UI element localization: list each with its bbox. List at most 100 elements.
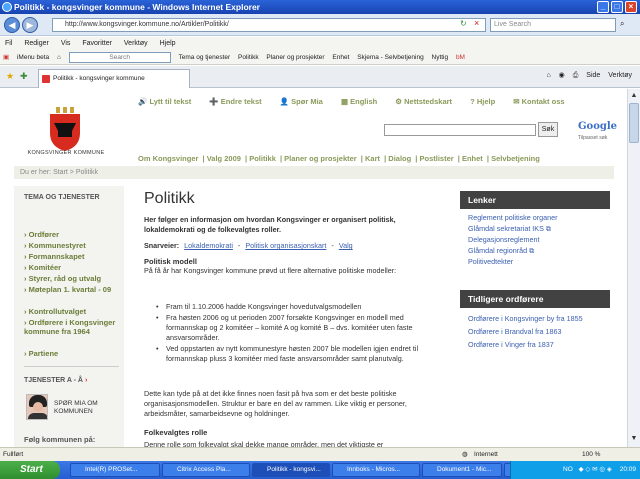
- clock[interactable]: 20:09: [620, 466, 636, 473]
- tab-politikk[interactable]: Politikk - kongsvinger kommune: [38, 69, 190, 88]
- toolbar-skjema[interactable]: Skjema - Selvbetjening: [357, 54, 423, 61]
- sidebar-item-moteplan[interactable]: › Møteplan 1. kvartal - 09: [24, 285, 119, 294]
- google-logo: Google: [578, 121, 618, 132]
- shortcut-orgkart[interactable]: Politisk organisasjonskart: [245, 241, 326, 250]
- toolbar-bm[interactable]: bM: [456, 54, 465, 61]
- tools-menu[interactable]: Verktøy: [608, 72, 632, 79]
- task-innboks[interactable]: Innboks - Micros...: [332, 463, 420, 477]
- help-link[interactable]: ? Hjelp: [470, 97, 503, 106]
- nav-politikk[interactable]: Politikk: [249, 154, 276, 163]
- sidebar-item-partiene[interactable]: › Partiene: [24, 349, 58, 358]
- nav-planer[interactable]: Planer og prosjekter: [284, 154, 357, 163]
- sidebar-item-kommunestyret[interactable]: › Kommunestyret: [24, 241, 86, 250]
- search-icon[interactable]: ⌕: [620, 19, 624, 29]
- toolbar-planer[interactable]: Planer og prosjekter: [266, 54, 324, 61]
- link-ordforere-brandval[interactable]: Ordførere i Brandval fra 1863: [460, 325, 610, 338]
- sidebar-item-komiteer[interactable]: › Komitéer: [24, 263, 61, 272]
- link-glamdal-regionrad[interactable]: Glåmdal regionråd ⧉: [460, 245, 610, 256]
- print-icon[interactable]: ⎙: [573, 72, 579, 79]
- shortcut-lokaldemokrati[interactable]: Lokaldemokrati: [184, 241, 233, 250]
- sidebar-item-formannskapet[interactable]: › Formannskapet: [24, 252, 84, 261]
- mia-avatar[interactable]: [26, 394, 48, 420]
- start-button[interactable]: Start: [0, 461, 60, 479]
- sitemap-link[interactable]: ⚙ Nettstedskart: [395, 97, 460, 106]
- link-reglement[interactable]: Reglement politiske organer: [460, 212, 610, 223]
- feeds-icon[interactable]: ◉: [559, 72, 565, 79]
- home-icon[interactable]: ⌂: [57, 54, 61, 61]
- nav-kart[interactable]: Kart: [365, 154, 380, 163]
- task-intel[interactable]: Intel(R) PROSet...: [70, 463, 160, 477]
- task-dokument[interactable]: Dokument1 - Mic...: [422, 463, 502, 477]
- link-ordforere-vinger[interactable]: Ordførere i Vinger fra 1837: [460, 338, 610, 351]
- nav-selvbetjening[interactable]: Selvbetjening: [491, 154, 540, 163]
- list-item: Ved oppstarten av nytt kommunestyre høst…: [156, 344, 446, 364]
- nav-postlister[interactable]: Postlister: [419, 154, 453, 163]
- menu-file[interactable]: Fil: [5, 40, 12, 47]
- external-link-icon: ⧉: [545, 224, 552, 233]
- sidebar-item-ordforere[interactable]: › Ordførere i Kongsvinger kommune fra 19…: [24, 318, 119, 336]
- task-politikk[interactable]: Politikk - kongsvi...: [252, 463, 330, 477]
- ask-mia-text[interactable]: SPØR MIA OM KOMMUNEN: [54, 400, 114, 416]
- taskbar: Start Intel(R) PROSet... Citrix Access P…: [0, 461, 640, 479]
- status-bar: Fullført ◍ Internett 100 %: [0, 447, 640, 461]
- menu-edit[interactable]: Rediger: [24, 40, 49, 47]
- back-button[interactable]: ◀: [4, 17, 20, 33]
- contact-link[interactable]: ✉ Kontakt oss: [513, 97, 572, 106]
- toolbar-nyttig[interactable]: Nyttig: [432, 54, 449, 61]
- ask-mia-link[interactable]: 👤 Spør Mia: [280, 97, 331, 106]
- favorites-star-icon[interactable]: ★: [6, 71, 14, 82]
- refresh-icon[interactable]: ↻: [460, 19, 467, 28]
- link-glamdal-sekretariat[interactable]: Glåmdal sekretariat IKS ⧉: [460, 223, 610, 234]
- kongsvinger-logo[interactable]: [42, 107, 88, 151]
- nav-enhet[interactable]: Enhet: [462, 154, 483, 163]
- scroll-down-icon[interactable]: ▼: [629, 433, 639, 445]
- link-politivedtekter[interactable]: Politivedtekter: [460, 256, 610, 267]
- minimize-button[interactable]: _: [597, 1, 609, 13]
- shortcut-valg[interactable]: Valg: [339, 241, 353, 250]
- vertical-scrollbar[interactable]: ▲ ▼: [627, 89, 640, 447]
- language-indicator[interactable]: NO: [563, 466, 573, 473]
- home-icon[interactable]: ⌂: [546, 72, 550, 79]
- link-delegasjon[interactable]: Delegasjonsreglement: [460, 234, 610, 245]
- address-bar: ◀ ▶ http://www.kongsvinger.kommune.no/Ar…: [0, 14, 640, 36]
- listen-link[interactable]: 🔊 Lytt til tekst: [138, 97, 199, 106]
- live-search-input[interactable]: Live Search: [490, 18, 616, 32]
- page-menu[interactable]: Side: [586, 72, 600, 79]
- menu-favorites[interactable]: Favoritter: [82, 40, 112, 47]
- follow-us-label: Følg kommunen på:: [24, 435, 96, 444]
- external-link-icon: ⧉: [529, 246, 535, 255]
- english-link[interactable]: ▦ English: [341, 97, 385, 106]
- scroll-thumb[interactable]: [629, 103, 639, 143]
- menu-view[interactable]: Vis: [61, 40, 71, 47]
- toolbar-politikk[interactable]: Politikk: [238, 54, 259, 61]
- toolbar-enhet[interactable]: Enhet: [332, 54, 349, 61]
- menu-tools[interactable]: Verktøy: [124, 40, 148, 47]
- forward-button[interactable]: ▶: [22, 17, 38, 33]
- nav-dialog[interactable]: Dialog: [388, 154, 411, 163]
- close-button[interactable]: ×: [625, 1, 637, 13]
- toolbar-imenu[interactable]: iMenu beta: [17, 54, 49, 61]
- menu-help[interactable]: Hjelp: [160, 40, 176, 47]
- sidebar-heading-2[interactable]: TJENESTER A - Å ›: [24, 377, 87, 384]
- scroll-up-icon[interactable]: ▲: [629, 90, 639, 102]
- url-input[interactable]: http://www.kongsvinger.kommune.no/Artikl…: [52, 18, 486, 32]
- task-citrix[interactable]: Citrix Access Pla...: [162, 463, 250, 477]
- nav-om[interactable]: Om Kongsvinger: [138, 154, 198, 163]
- nav-valg[interactable]: Valg 2009: [207, 154, 241, 163]
- site-search-input[interactable]: [384, 124, 536, 136]
- maximize-button[interactable]: □: [611, 1, 623, 13]
- sidebar-item-ordforer[interactable]: › Ordfører: [24, 230, 59, 239]
- arrow-icon: ›: [84, 377, 88, 384]
- link-ordforere-by[interactable]: Ordførere i Kongsvinger by fra 1855: [460, 312, 610, 325]
- toolbar-search-box[interactable]: Search: [68, 51, 171, 63]
- site-search-button[interactable]: Søk: [538, 122, 558, 137]
- toolbar-tema[interactable]: Tema og tjenester: [179, 54, 231, 61]
- sidebar-item-styrer[interactable]: › Styrer, råd og utvalg: [24, 274, 101, 283]
- stop-icon[interactable]: ×: [474, 18, 479, 28]
- add-favorite-icon[interactable]: ✚: [20, 71, 28, 82]
- sidebar-item-kontrollutvalget[interactable]: › Kontrollutvalget: [24, 307, 86, 316]
- tray-icons[interactable]: ◆ ◇ ✉ ◎ ◈: [579, 466, 612, 473]
- section-heading-folkevalgte: Folkevalgtes rolle: [144, 428, 208, 437]
- zoom-level[interactable]: 100 %: [582, 448, 600, 461]
- change-text-link[interactable]: ➕ Endre tekst: [209, 97, 269, 106]
